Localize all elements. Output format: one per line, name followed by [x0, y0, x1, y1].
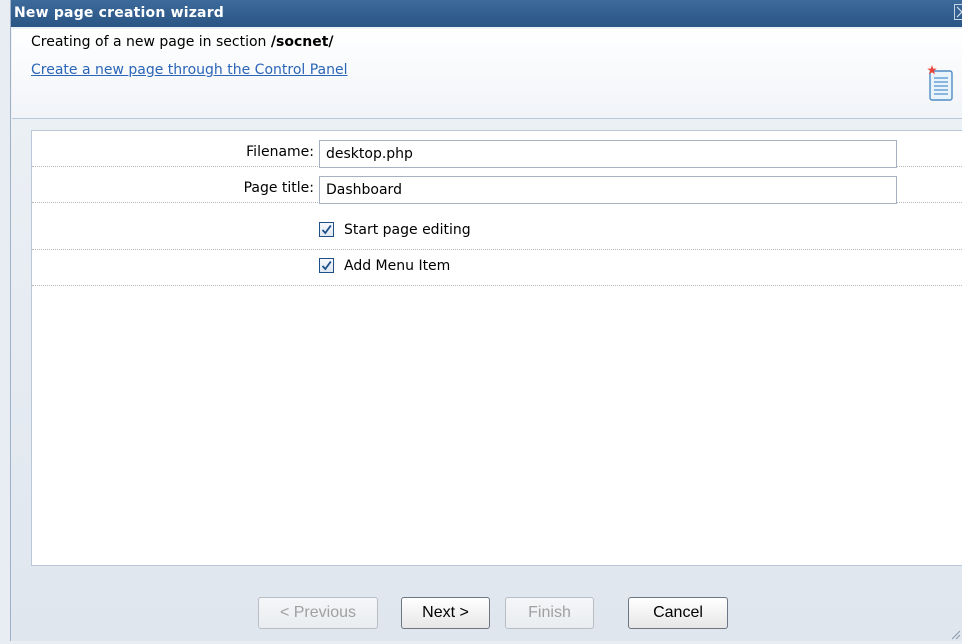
- filename-label: Filename:: [246, 144, 314, 160]
- finish-button[interactable]: Finish: [505, 597, 594, 629]
- start-editing-label: Start page editing: [344, 222, 471, 238]
- page-title-row: Page title:: [32, 167, 962, 204]
- section-path: /socnet/: [270, 34, 334, 50]
- wizard-window: New page creation wizard Creating of a n…: [10, 0, 962, 641]
- add-menu-checkbox[interactable]: [319, 258, 334, 273]
- resize-grip-icon[interactable]: [949, 628, 961, 640]
- control-panel-link[interactable]: Create a new page through the Control Pa…: [31, 62, 348, 78]
- new-page-icon: [927, 64, 955, 106]
- section-info-prefix: Creating of a new page in section: [31, 34, 271, 50]
- add-menu-label: Add Menu Item: [344, 258, 451, 274]
- start-editing-checkbox[interactable]: [319, 222, 334, 237]
- close-icon: [956, 6, 962, 18]
- title-bar: New page creation wizard: [11, 0, 962, 27]
- filename-input[interactable]: [319, 140, 897, 168]
- checkmark-icon: [321, 260, 332, 271]
- cancel-button[interactable]: Cancel: [628, 597, 728, 629]
- add-menu-row: Add Menu Item: [32, 250, 962, 286]
- close-button[interactable]: [954, 4, 962, 20]
- window-title: New page creation wizard: [14, 5, 225, 21]
- next-button[interactable]: Next >: [401, 597, 490, 629]
- checkmark-icon: [321, 224, 332, 235]
- start-editing-row: Start page editing: [32, 214, 962, 250]
- filename-row: Filename:: [32, 131, 962, 168]
- page-title-input[interactable]: [319, 176, 897, 204]
- wizard-content: Filename: Page title: Start page editing…: [31, 130, 962, 566]
- previous-button[interactable]: < Previous: [258, 597, 378, 629]
- page-title-label: Page title:: [243, 180, 314, 196]
- section-info: Creating of a new page in section /socne…: [31, 34, 334, 50]
